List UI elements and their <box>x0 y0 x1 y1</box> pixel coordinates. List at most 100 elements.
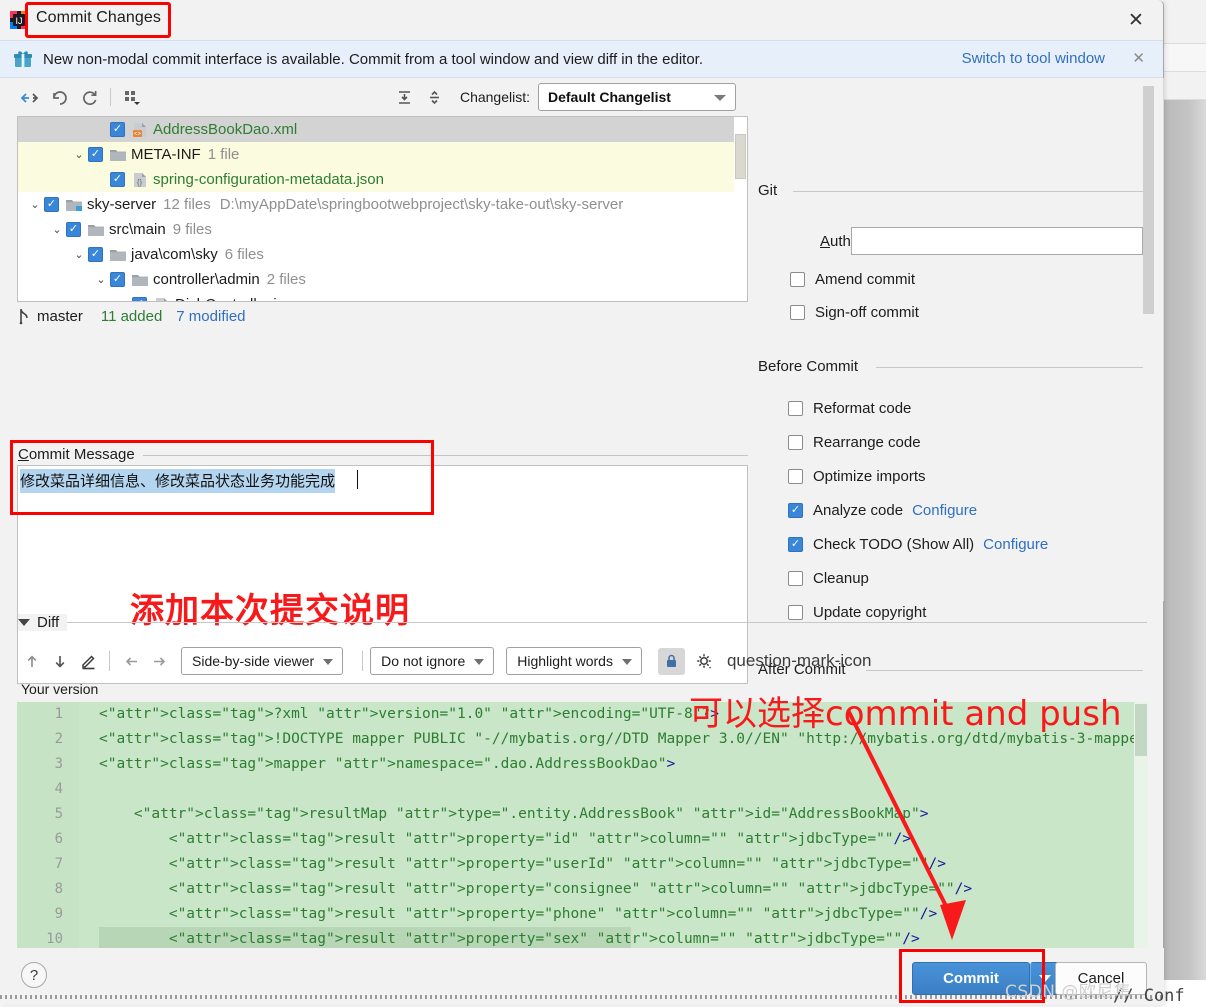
option-checkbox[interactable]: ✓ <box>788 503 803 518</box>
option-row[interactable]: Amend commit <box>790 271 915 288</box>
option-row[interactable]: Optimize imports <box>788 468 926 485</box>
refresh-icon[interactable] <box>74 84 104 110</box>
changelist-dropdown[interactable]: Default Changelist <box>538 83 736 111</box>
code-line: 8 <"attr">class="tag">result "attr">prop… <box>17 877 1148 902</box>
tree-row-checkbox[interactable]: ✓ <box>132 297 147 301</box>
java-file-icon <box>156 297 168 301</box>
diff-code-viewer[interactable]: 1 <"attr">class="tag">?xml "attr">version… <box>17 702 1148 948</box>
option-checkbox[interactable] <box>788 401 803 416</box>
code-line-text: <"attr">class="tag">resultMap "attr">typ… <box>99 806 929 822</box>
option-checkbox[interactable]: ✓ <box>788 537 803 552</box>
viewer-mode-dropdown[interactable]: Side-by-side viewer <box>181 647 344 675</box>
switch-to-tool-window-link[interactable]: Switch to tool window <box>962 50 1105 67</box>
next-difference-icon[interactable] <box>46 647 74 675</box>
chevron-down-icon[interactable]: ⌄ <box>26 198 44 211</box>
show-diff-icon[interactable] <box>14 84 44 110</box>
author-field[interactable] <box>851 227 1143 255</box>
changed-files-tree[interactable]: ✓ <> AddressBookDao.xml ⌄ ✓ META-INF 1 file ✓{}… <box>17 116 748 302</box>
tree-row-checkbox[interactable]: ✓ <box>88 147 103 162</box>
module-icon <box>66 199 82 211</box>
code-scrollbar[interactable] <box>1134 702 1148 948</box>
branch-status-bar: master 11 added 7 modified <box>17 304 246 328</box>
git-section-header: Git <box>758 182 778 199</box>
revert-icon[interactable] <box>44 84 74 110</box>
code-scrollbar-thumb[interactable] <box>1135 704 1147 756</box>
tree-row[interactable]: ⌄ ✓ sky-server 12 files D:\myAppDate\springb… <box>18 192 747 217</box>
git-section-rule <box>793 191 1143 192</box>
group-by-icon[interactable] <box>117 84 147 110</box>
diff-section-rule <box>18 622 1147 623</box>
after-commit-section-rule <box>866 670 1143 671</box>
option-row[interactable]: Reformat code <box>788 400 911 417</box>
gear-icon[interactable] <box>691 647 719 675</box>
banner-close-icon[interactable]: ✕ <box>1132 49 1145 67</box>
option-checkbox[interactable] <box>788 571 803 586</box>
options-scrollbar-thumb[interactable] <box>1143 86 1154 314</box>
question-mark-icon[interactable]: question-mark-icon <box>727 651 872 671</box>
diff-section-legend[interactable]: Diff <box>18 614 68 631</box>
before-commit-section-header: Before Commit <box>758 358 859 375</box>
option-row[interactable]: Cleanup <box>788 570 869 587</box>
accept-right-icon[interactable] <box>145 647 173 675</box>
your-version-label: Your version <box>21 681 99 697</box>
option-checkbox[interactable] <box>790 272 805 287</box>
diff-legend-text: Diff <box>37 614 60 631</box>
tree-row[interactable]: ✓ <> AddressBookDao.xml <box>18 117 747 142</box>
option-checkbox[interactable] <box>788 605 803 620</box>
code-line: 3 <"attr">class="tag">mapper "attr">names… <box>17 752 1148 777</box>
viewer-mode-value: Side-by-side viewer <box>192 653 315 669</box>
focus-dotted-border <box>0 995 1164 999</box>
ignore-mode-dropdown[interactable]: Do not ignore <box>370 647 495 675</box>
lock-icon[interactable] <box>657 647 685 675</box>
tree-row[interactable]: ⌄ ✓ META-INF 1 file <box>18 142 747 167</box>
help-button[interactable]: ? <box>21 962 47 988</box>
options-scrollbar[interactable] <box>1143 82 1159 597</box>
tree-row[interactable]: ✓ DishController.java <box>18 292 747 301</box>
tree-row[interactable]: ⌄ ✓ src\main 9 files <box>18 217 747 242</box>
code-line: 4 <box>17 777 1148 802</box>
configure-link[interactable]: Configure <box>912 502 977 519</box>
highlight-mode-dropdown[interactable]: Highlight words <box>506 647 642 675</box>
tree-row-checkbox[interactable]: ✓ <box>110 272 125 287</box>
option-checkbox[interactable] <box>788 469 803 484</box>
tree-row[interactable]: ✓ {} spring-configuration-metadata.json <box>18 167 747 192</box>
background-strip-toolbar <box>1163 0 1206 44</box>
chevron-down-icon[interactable]: ⌄ <box>92 273 110 286</box>
option-row[interactable]: Update copyright <box>788 604 926 621</box>
tree-scrollbar-thumb[interactable] <box>735 134 746 179</box>
close-icon[interactable]: ✕ <box>1121 8 1151 32</box>
chevron-down-icon[interactable]: ⌄ <box>70 148 88 161</box>
option-row[interactable]: Rearrange code <box>788 434 921 451</box>
option-row[interactable]: ✓ Analyze code Configure <box>788 502 977 519</box>
accept-left-icon[interactable] <box>117 647 145 675</box>
configure-link[interactable]: Configure <box>983 536 1048 553</box>
tree-row-checkbox[interactable]: ✓ <box>110 122 125 137</box>
code-line: 7 <"attr">class="tag">result "attr">prop… <box>17 852 1148 877</box>
chevron-down-icon[interactable]: ⌄ <box>70 248 88 261</box>
option-row[interactable]: ✓ Check TODO (Show All) Configure <box>788 536 1048 553</box>
previous-difference-icon[interactable] <box>18 647 46 675</box>
changes-toolbar: Changelist: Default Changelist <box>0 78 748 116</box>
edit-source-icon[interactable] <box>74 647 102 675</box>
tree-row-file-count: 6 files <box>224 246 264 263</box>
tree-row[interactable]: ⌄ ✓ java\com\sky 6 files <box>18 242 747 267</box>
tree-row-checkbox[interactable]: ✓ <box>110 172 125 187</box>
option-checkbox[interactable] <box>790 305 805 320</box>
tree-row[interactable]: ⌄ ✓ controller\admin 2 files <box>18 267 747 292</box>
option-row[interactable]: Sign-off commit <box>790 304 919 321</box>
dialog-title: Commit Changes <box>36 9 162 26</box>
upper-panel: Changelist: Default Changelist ✓ <> Addres… <box>0 78 1164 684</box>
tree-row-file-count: 1 file <box>207 146 240 163</box>
tree-row-checkbox[interactable]: ✓ <box>66 222 81 237</box>
tree-row-checkbox[interactable]: ✓ <box>88 247 103 262</box>
tree-scrollbar[interactable] <box>734 117 747 301</box>
chevron-down-icon <box>714 95 726 101</box>
commit-and-push-annotation: 可以选择commit and push <box>689 694 1122 734</box>
collapse-all-icon[interactable] <box>420 84 450 110</box>
chevron-down-icon[interactable]: ⌄ <box>48 223 66 236</box>
tree-row-file-count: 9 files <box>172 221 212 238</box>
expand-all-icon[interactable] <box>390 84 420 110</box>
option-label: Rearrange code <box>813 434 921 451</box>
option-checkbox[interactable] <box>788 435 803 450</box>
tree-row-checkbox[interactable]: ✓ <box>44 197 59 212</box>
